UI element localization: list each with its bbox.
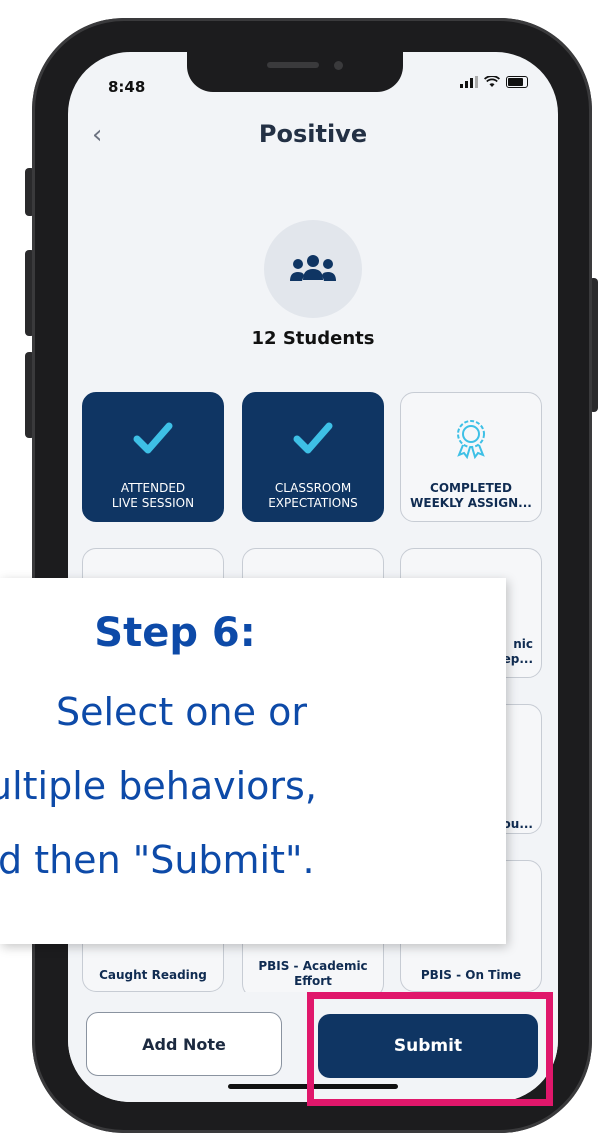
checkmark-icon — [293, 422, 333, 454]
behavior-card-completed[interactable]: COMPLETED WEEKLY ASSIGN... — [400, 392, 542, 522]
group-avatar — [264, 220, 362, 318]
signal-icon — [460, 76, 478, 88]
behavior-label: ATTENDED LIVE SESSION — [111, 481, 195, 510]
callout-line: ultiple behaviors, — [0, 764, 317, 808]
callout-line: d then "Submit". — [0, 838, 315, 882]
speaker — [267, 62, 319, 68]
behavior-label: PBIS - Academic Effort — [258, 959, 368, 988]
status-time: 8:48 — [108, 78, 146, 96]
behavior-label: PBIS - On Time — [420, 968, 522, 982]
page-title: Positive — [258, 120, 368, 148]
status-icons — [460, 76, 528, 88]
submit-highlight — [307, 992, 553, 1106]
phone-screen: 8:48 ‹ Positive 12 Students ATTENDED LIVE… — [68, 52, 558, 1102]
behavior-label: ou... — [502, 817, 533, 831]
behavior-card-pbis-on-time[interactable]: PBIS - On Time — [400, 942, 542, 992]
badge-icon — [457, 420, 485, 459]
add-note-button[interactable]: Add Note — [86, 1012, 282, 1076]
notch — [187, 52, 403, 92]
instruction-callout: Step 6: Select one or ultiple behaviors,… — [0, 578, 506, 944]
checkmark-icon — [133, 422, 173, 454]
wifi-icon — [484, 76, 500, 87]
behavior-card-attended[interactable]: ATTENDED LIVE SESSION — [82, 392, 224, 522]
student-count: 12 Students — [251, 328, 375, 349]
behavior-label: COMPLETED WEEKLY ASSIGN... — [410, 481, 532, 510]
battery-icon — [506, 76, 528, 88]
camera — [334, 61, 343, 70]
users-icon — [290, 255, 336, 281]
behavior-label: Caught Reading — [99, 968, 207, 982]
behavior-label: nic ep... — [502, 637, 533, 666]
behavior-card-pbis-academic[interactable]: PBIS - Academic Effort — [242, 942, 384, 998]
behavior-card-caught-reading[interactable]: Caught Reading — [82, 942, 224, 992]
callout-heading: Step 6: — [94, 610, 256, 656]
behavior-label: CLASSROOM EXPECTATIONS — [268, 481, 358, 510]
callout-line: Select one or — [56, 690, 307, 734]
behavior-card-classroom[interactable]: CLASSROOM EXPECTATIONS — [242, 392, 384, 522]
